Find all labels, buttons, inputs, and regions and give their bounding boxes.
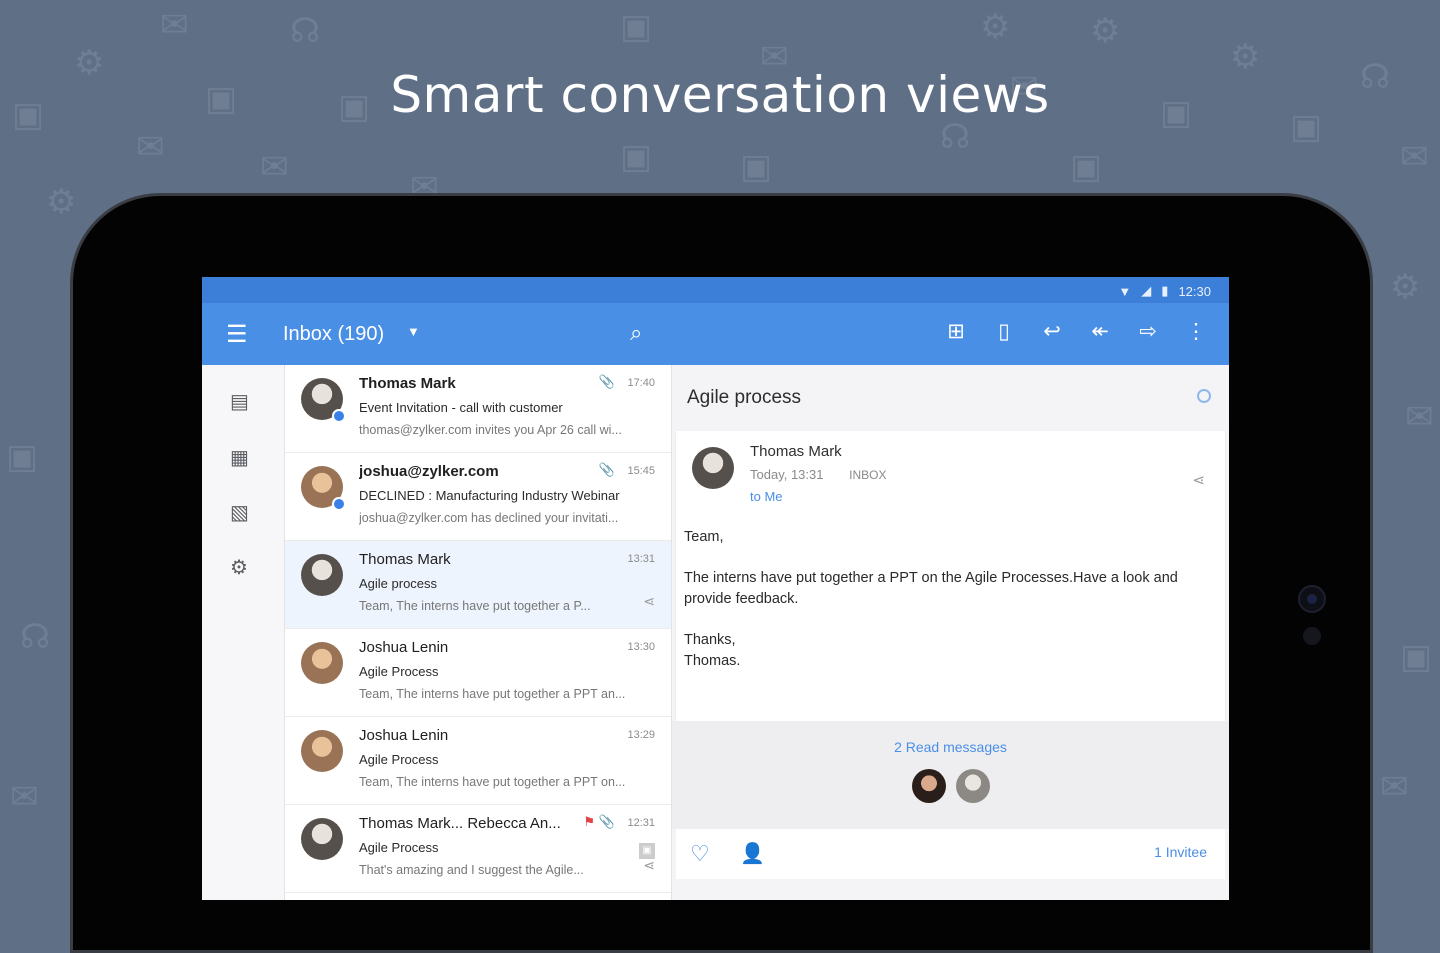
message-preview: That's amazing and I suggest the Agile..… bbox=[359, 863, 584, 877]
avatar[interactable] bbox=[955, 769, 990, 803]
message-subject: Agile process bbox=[359, 576, 438, 591]
reply-icon[interactable]: ↩ bbox=[1041, 319, 1063, 344]
flag-icon: ⚑ bbox=[583, 814, 595, 829]
more-vert-icon[interactable]: ⋮ bbox=[1185, 319, 1207, 344]
contacts-icon[interactable]: ▤ bbox=[230, 389, 249, 414]
body-signoff: Thanks, bbox=[684, 632, 736, 648]
message-detail: Agile process Thomas Mark Today, 13:31 I… bbox=[672, 365, 1229, 900]
share-icon[interactable]: ⋖ bbox=[643, 593, 655, 610]
unread-dot bbox=[332, 497, 346, 511]
message-subject: Event Invitation - call with customer bbox=[359, 400, 563, 415]
signal-icon: ◢ bbox=[1141, 283, 1152, 298]
sensor bbox=[1303, 627, 1321, 645]
message-subject: Agile Process bbox=[359, 752, 439, 767]
front-camera bbox=[1298, 585, 1326, 613]
message-from: Thomas Mark bbox=[359, 551, 451, 568]
message-time: 13:30 bbox=[627, 641, 655, 653]
add-person-icon[interactable]: 👤 bbox=[740, 841, 765, 866]
message-preview: joshua@zylker.com has declined your invi… bbox=[359, 511, 619, 525]
sender-avatar bbox=[692, 447, 734, 489]
hamburger-menu-icon[interactable]: ☰ bbox=[226, 320, 248, 349]
message-time: 12:31 bbox=[627, 817, 655, 829]
settings-icon[interactable]: ⚙ bbox=[230, 555, 248, 580]
share-icon[interactable]: ⋖ bbox=[643, 857, 655, 874]
message-row[interactable]: Joshua Lenin Agile Process Team, The int… bbox=[285, 717, 671, 805]
body-text: The interns have put together a PPT on t… bbox=[684, 570, 1178, 607]
avatar bbox=[301, 818, 343, 860]
message-subject: DECLINED : Manufacturing Industry Webina… bbox=[359, 488, 620, 503]
message-from: Thomas Mark... Rebecca An... bbox=[359, 815, 561, 832]
folder-title[interactable]: Inbox (190) bbox=[283, 323, 384, 346]
message-meta: Today, 13:31 INBOX bbox=[750, 467, 886, 482]
loading-ring-icon bbox=[1197, 389, 1211, 403]
message-time: 13:29 bbox=[627, 729, 655, 741]
reply-all-icon[interactable]: ↞ bbox=[1089, 319, 1111, 344]
avatar bbox=[301, 730, 343, 772]
avatar bbox=[301, 554, 343, 596]
message-preview: thomas@zylker.com invites you Apr 26 cal… bbox=[359, 423, 622, 437]
detail-subject: Agile process bbox=[687, 387, 802, 408]
message-preview: Team, The interns have put together a P.… bbox=[359, 599, 591, 613]
status-time: 12:30 bbox=[1178, 283, 1211, 299]
attachment-icon: 📎 bbox=[598, 814, 615, 829]
message-from: Thomas Mark bbox=[359, 375, 456, 392]
message-row-selected[interactable]: Thomas Mark Agile process Team, The inte… bbox=[285, 541, 671, 629]
message-row[interactable]: Thomas Mark Event Invitation - call with… bbox=[285, 365, 671, 453]
message-preview: Team, The interns have put together a PP… bbox=[359, 775, 626, 789]
wifi-icon: ▼ bbox=[1118, 283, 1132, 299]
sender-name[interactable]: Thomas Mark bbox=[750, 443, 842, 460]
headline: Smart conversation views bbox=[390, 66, 1050, 124]
archive-icon[interactable]: ⊞ bbox=[945, 319, 967, 344]
app-bar: ☰ Inbox (190) ▼ ⌕ ⊞ ▯ ↩ ↞ ⇨ ⋮ bbox=[202, 303, 1229, 365]
message-from: Joshua Lenin bbox=[359, 727, 449, 744]
message-body: Team, The interns have put together a PP… bbox=[684, 527, 1214, 692]
avatar bbox=[301, 642, 343, 684]
message-subject: Agile Process bbox=[359, 840, 439, 855]
nav-rail: ▤ ▦ ▧ ⚙ bbox=[202, 365, 285, 900]
invitee-link[interactable]: 1 Invitee bbox=[1154, 844, 1207, 860]
like-heart-icon[interactable]: ♡ bbox=[690, 841, 710, 867]
message-from: joshua@zylker.com bbox=[359, 463, 499, 480]
mail-app-screen: ▼ ◢ ▮ 12:30 ☰ Inbox (190) ▼ ⌕ ⊞ ▯ ↩ ↞ ⇨ … bbox=[202, 277, 1229, 900]
detail-header: Agile process bbox=[672, 365, 1229, 431]
folder-label: INBOX bbox=[849, 468, 887, 482]
body-greeting: Team, bbox=[684, 529, 724, 545]
caret-down-icon[interactable]: ▼ bbox=[407, 324, 420, 339]
calendar-icon[interactable]: ▦ bbox=[230, 445, 249, 470]
message-preview: Team, The interns have put together a PP… bbox=[359, 687, 626, 701]
message-time: 13:31 bbox=[627, 553, 655, 565]
avatar[interactable] bbox=[911, 769, 946, 803]
forward-icon[interactable]: ⇨ bbox=[1137, 319, 1159, 344]
read-messages-link[interactable]: 2 Read messages bbox=[672, 739, 1229, 755]
message-subject: Agile Process bbox=[359, 664, 439, 679]
attachment-icon: 📎 bbox=[598, 374, 615, 389]
share-icon[interactable]: ⋖ bbox=[1192, 471, 1205, 489]
delete-icon[interactable]: ▯ bbox=[993, 319, 1015, 344]
message-row[interactable]: Thomas Mark... Rebecca An... Agile Proce… bbox=[285, 805, 671, 893]
attachment-icon: 📎 bbox=[598, 462, 615, 477]
message-list: Thomas Mark Event Invitation - call with… bbox=[285, 365, 672, 900]
message-time: 17:40 bbox=[627, 377, 655, 389]
body-signature: Thomas. bbox=[684, 653, 741, 669]
read-messages-section: 2 Read messages bbox=[672, 721, 1229, 829]
status-bar: ▼ ◢ ▮ 12:30 bbox=[202, 277, 1229, 303]
recipient-link[interactable]: to Me bbox=[750, 489, 783, 504]
message-card: Thomas Mark Today, 13:31 INBOX to Me ⋖ T… bbox=[676, 431, 1225, 721]
search-icon[interactable]: ⌕ bbox=[630, 320, 642, 346]
unread-dot bbox=[332, 409, 346, 423]
notes-icon[interactable]: ▧ bbox=[230, 500, 249, 525]
message-row[interactable]: Joshua Lenin Agile Process Team, The int… bbox=[285, 629, 671, 717]
message-date: Today, 13:31 bbox=[750, 467, 824, 482]
detail-actions-bar: ♡ 👤 1 Invitee bbox=[676, 829, 1225, 879]
message-time: 15:45 bbox=[627, 465, 655, 477]
battery-icon: ▮ bbox=[1161, 283, 1169, 298]
message-row[interactable]: joshua@zylker.com DECLINED : Manufacturi… bbox=[285, 453, 671, 541]
message-from: Joshua Lenin bbox=[359, 639, 449, 656]
